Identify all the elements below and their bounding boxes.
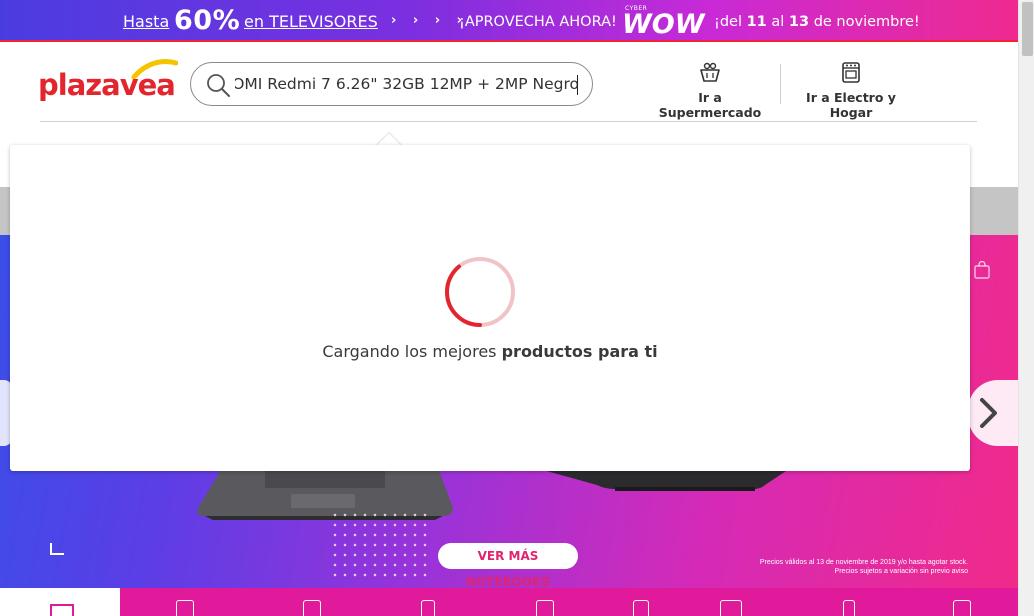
basket-icon: [700, 62, 720, 82]
gamepad-icon[interactable]: [536, 600, 554, 616]
promo-dates: ¡del 11 al 13 de noviembre!: [714, 14, 920, 30]
blender-icon[interactable]: [843, 600, 855, 616]
category-tab-active[interactable]: [0, 588, 120, 616]
decorative-dots: [330, 510, 430, 580]
speaker-icon[interactable]: [633, 600, 649, 616]
text-cursor: [577, 75, 578, 95]
page: Hasta 60% en TELEVISORES › › › › ¡APROVE…: [0, 0, 1034, 616]
search-input[interactable]: XIAOMI Redmi 7 6.26" 32GB 12MP + 2MP Neg…: [235, 75, 579, 93]
loading-spinner: [444, 257, 515, 327]
carousel-next-button[interactable]: [968, 380, 1018, 446]
promo-percent: 60%: [174, 5, 241, 36]
appliance-icon[interactable]: [720, 600, 742, 616]
corner-mark: [50, 543, 64, 555]
category-icon-active: [50, 604, 74, 616]
promo-banner[interactable]: Hasta 60% en TELEVISORES › › › › ¡APROVE…: [0, 0, 1018, 42]
svg-text:plazavea: plazavea: [38, 68, 175, 102]
page-scrollbar[interactable]: [1018, 0, 1034, 616]
header-divider: [780, 64, 781, 104]
price-disclaimer: Precios válidos al 13 de noviembre de 20…: [759, 559, 968, 575]
promo-arrows: › › › ›: [391, 13, 469, 28]
header-separator: [40, 121, 977, 122]
search-icon[interactable]: [205, 72, 231, 98]
shopping-bag-icon: [974, 261, 990, 279]
home-icon[interactable]: [953, 600, 971, 616]
plazavea-logo[interactable]: plazavea: [38, 55, 178, 107]
cyber-wow-logo: WOW: [622, 9, 705, 40]
promo-hasta-link[interactable]: Hasta: [123, 12, 169, 31]
ver-mas-notebooks-button[interactable]: VER MÁS NOTEBOOKS: [438, 543, 578, 588]
scrollbar-thumb[interactable]: [1022, 2, 1033, 56]
search-bar[interactable]: XIAOMI Redmi 7 6.26" 32GB 12MP + 2MP Neg…: [190, 62, 593, 106]
loading-message: Cargando los mejores productos para ti: [322, 342, 658, 361]
promo-category-link[interactable]: en TELEVISORES: [244, 12, 378, 31]
category-icon-strip: [0, 588, 1018, 616]
phone-icon[interactable]: [421, 600, 435, 616]
fridge-icon[interactable]: [176, 600, 194, 616]
electro-hogar-label: Ir a Electro y Hogar: [806, 90, 896, 120]
supermercado-label: Ir a Supermercado: [658, 90, 762, 120]
promo-divider: [0, 40, 1018, 42]
stove-icon: [842, 62, 860, 83]
supermercado-link[interactable]: Ir a Supermercado: [651, 60, 769, 120]
chevron-right-icon: [980, 398, 997, 428]
promo-cta: ¡APROVECHA AHORA!: [459, 14, 617, 30]
washer-icon[interactable]: [303, 600, 321, 616]
electro-hogar-link[interactable]: Ir a Electro y Hogar: [790, 60, 912, 120]
